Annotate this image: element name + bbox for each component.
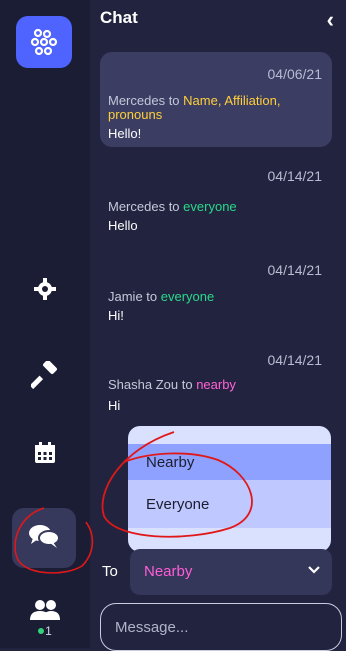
message-text: Hello bbox=[108, 218, 138, 233]
message-sender: Shasha Zou to bbox=[108, 377, 193, 392]
message-recipient: everyone bbox=[183, 199, 237, 214]
message-recipient: everyone bbox=[160, 289, 215, 304]
dropdown-option-nearby[interactable]: Nearby bbox=[128, 444, 331, 480]
message-item: 04/14/21 Mercedes to everyone Hello bbox=[100, 168, 332, 238]
message-input[interactable]: Message... bbox=[100, 603, 342, 651]
dropdown-option-everyone[interactable]: Everyone bbox=[128, 480, 331, 528]
message-sender: Jamie to bbox=[108, 289, 158, 304]
recipient-select-value: Nearby bbox=[144, 563, 193, 580]
participants-button[interactable]: 1 bbox=[18, 592, 72, 644]
message-text: Hi! bbox=[108, 308, 124, 323]
message-text: Hello! bbox=[108, 126, 142, 141]
recipient-dropdown-menu: Nearby Everyone bbox=[128, 426, 331, 552]
message-meta: Mercedes to Name, Affiliation, pronouns bbox=[108, 94, 328, 122]
message-sender: Mercedes to bbox=[108, 93, 180, 108]
hammer-icon[interactable] bbox=[0, 350, 90, 400]
app-logo-icon[interactable] bbox=[16, 16, 72, 68]
to-label: To bbox=[102, 563, 118, 580]
message-item: 04/14/21 Jamie to everyone Hi! bbox=[100, 262, 332, 332]
people-icon bbox=[29, 599, 61, 626]
online-dot-icon bbox=[38, 628, 45, 635]
message-meta: Mercedes to everyone bbox=[108, 200, 328, 214]
message-text: Hi bbox=[108, 398, 121, 413]
message-date: 04/06/21 bbox=[267, 66, 323, 82]
calendar-icon[interactable] bbox=[0, 428, 90, 478]
recipient-select[interactable]: Nearby bbox=[130, 549, 332, 595]
message-input-placeholder: Message... bbox=[115, 619, 189, 636]
gear-icon[interactable] bbox=[0, 264, 90, 314]
message-item: 04/06/21 Mercedes to Name, Affiliation, … bbox=[100, 52, 332, 147]
message-date: 04/14/21 bbox=[267, 352, 323, 368]
message-meta: Shasha Zou to nearby bbox=[108, 378, 328, 392]
collapse-chevron-icon[interactable]: ‹ bbox=[327, 7, 334, 33]
chat-bubbles-icon bbox=[27, 522, 61, 555]
message-item: 04/14/21 Shasha Zou to nearby Hi bbox=[100, 352, 332, 422]
message-date: 04/14/21 bbox=[267, 262, 323, 278]
chat-title: Chat bbox=[100, 8, 138, 27]
message-recipient: nearby bbox=[196, 377, 236, 392]
message-sender: Mercedes to bbox=[108, 199, 180, 214]
message-meta: Jamie to everyone bbox=[108, 290, 328, 304]
chat-tab[interactable] bbox=[12, 508, 76, 568]
online-count: 1 bbox=[38, 624, 52, 638]
recipient-row: To Nearby bbox=[90, 548, 346, 595]
sidebar: 1 bbox=[0, 0, 90, 648]
chevron-down-icon bbox=[306, 561, 322, 582]
message-date: 04/14/21 bbox=[267, 168, 323, 184]
